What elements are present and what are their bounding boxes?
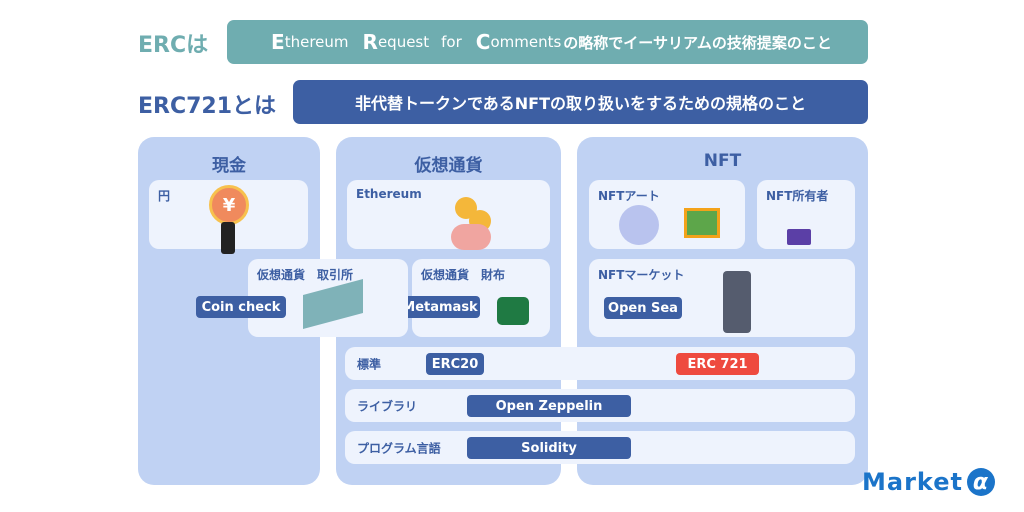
crypto-column-title: 仮想通貨: [414, 156, 483, 176]
wallet-label: 仮想通貨 財布: [421, 268, 506, 282]
word-omments: omments: [490, 33, 562, 51]
picture-icon: [684, 208, 720, 238]
erc-suffix: の略称でイーサリアムの技術提案のこと: [563, 33, 832, 52]
exchange-label: 仮想通貨 取引所: [257, 268, 354, 282]
piggy-bank-icon: [451, 224, 491, 250]
nft-market-card: NFTマーケット Open Sea: [589, 259, 855, 337]
solidity-pill[interactable]: Solidity: [467, 437, 631, 459]
nft-market-label: NFTマーケット: [598, 268, 685, 282]
logo-text: Market: [862, 468, 963, 496]
erc721-heading: ERC721とは: [138, 94, 277, 119]
standard-row: 標準 ERC20 ERC 721: [345, 347, 855, 380]
standard-label: 標準: [357, 357, 382, 371]
erc-definition-bar: E thereum R equest for C omments の略称でイーサ…: [227, 20, 868, 64]
language-row: プログラム言語 Solidity: [345, 431, 855, 464]
wallet-card: 仮想通貨 財布 Metamask: [400, 259, 550, 337]
building-icon: [303, 278, 363, 330]
yen-label: 円: [158, 189, 171, 203]
word-for: for: [441, 33, 462, 51]
openzeppelin-pill[interactable]: Open Zeppelin: [467, 395, 631, 417]
erc-heading: ERCは: [138, 33, 209, 58]
erc721-definition-bar: 非代替トークンであるNFTの取り扱いをするための規格のこと: [293, 80, 868, 124]
metamask-pill[interactable]: Metamask: [400, 296, 480, 318]
language-label: プログラム言語: [357, 441, 441, 455]
cap-e: E: [271, 30, 285, 54]
coincheck-pill[interactable]: Coin check: [196, 296, 286, 318]
market-alpha-logo: Market α: [862, 468, 995, 496]
nft-art-label: NFTアート: [598, 189, 660, 203]
erc20-pill[interactable]: ERC20: [426, 353, 484, 375]
word-equest: equest: [377, 33, 430, 51]
cap-r: R: [362, 30, 378, 54]
cap-c: C: [475, 30, 491, 54]
wallet-icon: [497, 297, 529, 325]
person-icon: [221, 222, 235, 254]
yen-coin-icon: ¥: [209, 185, 249, 225]
laptop-icon: [787, 229, 811, 245]
library-label: ライブラリ: [357, 399, 418, 413]
opensea-pill[interactable]: Open Sea: [604, 297, 682, 319]
artist-icon: [619, 205, 659, 245]
alpha-icon: α: [966, 468, 995, 496]
ethereum-card: Ethereum: [347, 180, 550, 250]
cash-column-title: 現金: [212, 156, 246, 176]
yen-card: 円 ¥: [149, 180, 308, 254]
smartphone-shop-icon: [723, 271, 751, 333]
exchange-card: 仮想通貨 取引所 Coin check: [196, 259, 408, 337]
word-thereum: thereum: [284, 33, 349, 51]
erc721-pill[interactable]: ERC 721: [676, 353, 759, 375]
library-row: ライブラリ Open Zeppelin: [345, 389, 855, 422]
nft-art-card: NFTアート: [589, 180, 745, 249]
nft-column-title: NFT: [703, 151, 742, 171]
nft-owner-card: NFT所有者: [757, 180, 855, 249]
nft-owner-label: NFT所有者: [766, 189, 829, 203]
ethereum-label: Ethereum: [356, 187, 422, 201]
